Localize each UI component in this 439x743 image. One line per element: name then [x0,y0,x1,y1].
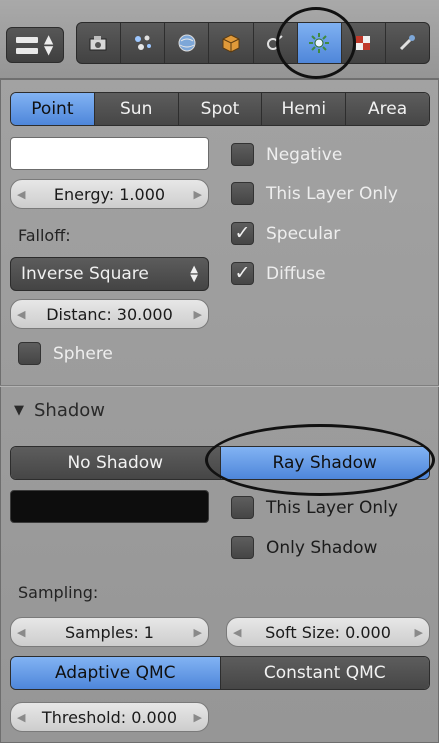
shadow-title: Shadow [34,400,106,421]
only-shadow-checkbox[interactable]: Only Shadow [231,536,377,559]
no-shadow-button[interactable]: No Shadow [11,447,221,479]
this-layer-only-checkbox[interactable]: This Layer Only [231,182,398,205]
list-icon-bar [16,48,38,54]
collapse-triangle-icon[interactable]: ▼ [14,403,24,418]
falloff-value: Inverse Square [21,264,149,284]
samples-value: Samples: 1 [65,622,154,642]
editor-type-button[interactable]: ▲ ▼ [6,27,64,63]
soft-size-value: Soft Size: 0.000 [265,622,391,642]
falloff-label: Falloff: [18,226,71,245]
sampling-label: Sampling: [18,583,99,602]
checkbox-box[interactable] [231,143,254,166]
annotation-circle-lamp-tab [276,7,356,79]
annotation-ellipse-ray-shadow [205,424,435,496]
increment-arrow-icon[interactable]: ▶ [194,308,202,321]
shadow-color-swatch[interactable] [10,490,209,523]
increment-arrow-icon[interactable]: ▶ [194,626,202,639]
checkmark-icon[interactable]: ✓ [231,222,254,245]
checkbox-box[interactable] [231,496,254,519]
decrement-arrow-icon[interactable]: ◀ [17,188,25,201]
threshold-field[interactable]: ◀ Threshold: 0.000 ▶ [10,702,209,732]
increment-arrow-icon[interactable]: ▶ [194,711,202,724]
decrement-arrow-icon[interactable]: ◀ [233,626,241,639]
object-cube-icon [222,34,240,53]
falloff-dropdown[interactable]: Inverse Square ▲ ▼ [10,257,209,291]
lamp-type-point[interactable]: Point [11,93,95,125]
checkbox-box[interactable] [231,536,254,559]
lamp-type-hemi[interactable]: Hemi [262,93,347,125]
energy-value: Energy: 1.000 [53,184,166,204]
tab-particles[interactable] [121,23,166,63]
threshold-value: Threshold: 0.000 [41,707,178,727]
distance-value: Distanc: 30.000 [46,304,173,324]
tab-object[interactable] [209,23,254,63]
shadow-this-layer-only-checkbox[interactable]: This Layer Only [231,496,398,519]
shadow-panel-header[interactable]: ▼ Shadow [14,400,105,421]
specular-checkbox[interactable]: ✓ Specular [231,222,340,245]
lamp-color-swatch[interactable] [10,137,209,170]
soft-size-field[interactable]: ◀ Soft Size: 0.000 ▶ [226,617,430,647]
particles-icon [134,35,151,50]
section-divider [0,385,439,387]
diffuse-checkbox[interactable]: ✓ Diffuse [231,262,326,285]
increment-arrow-icon[interactable]: ▶ [415,626,423,639]
qmc-mode-selector: Adaptive QMC Constant QMC [10,656,430,690]
checkbox-box[interactable] [18,342,41,365]
sphere-label: Sphere [53,343,113,364]
negative-label: Negative [266,144,343,165]
tab-camera[interactable] [77,23,122,63]
up-down-arrows-icon: ▲ ▼ [44,32,54,57]
samples-field[interactable]: ◀ Samples: 1 ▶ [10,617,209,647]
tab-modifiers[interactable] [386,23,429,63]
tab-world[interactable] [165,23,210,63]
modifier-icon [400,35,416,51]
decrement-arrow-icon[interactable]: ◀ [17,626,25,639]
shadow-this-layer-only-label: This Layer Only [266,497,398,518]
this-layer-only-label: This Layer Only [266,183,398,204]
lamp-type-spot[interactable]: Spot [178,93,263,125]
increment-arrow-icon[interactable]: ▶ [194,188,202,201]
energy-field[interactable]: ◀ Energy: 1.000 ▶ [10,179,209,209]
camera-icon [89,36,107,51]
sphere-checkbox[interactable]: Sphere [18,342,113,365]
constant-qmc-button[interactable]: Constant QMC [220,657,429,689]
decrement-arrow-icon[interactable]: ◀ [17,308,25,321]
world-icon [178,34,196,52]
distance-field[interactable]: ◀ Distanc: 30.000 ▶ [10,299,209,329]
lamp-type-area[interactable]: Area [346,93,429,125]
negative-checkbox[interactable]: Negative [231,143,342,166]
checkmark-icon[interactable]: ✓ [231,262,254,285]
lamp-type-sun[interactable]: Sun [94,93,179,125]
diffuse-label: Diffuse [266,263,326,284]
specular-label: Specular [266,223,341,244]
only-shadow-label: Only Shadow [266,537,378,558]
decrement-arrow-icon[interactable]: ◀ [17,711,25,724]
checkbox-box[interactable] [231,182,254,205]
up-down-arrows-icon: ▲ ▼ [190,264,198,284]
adaptive-qmc-button[interactable]: Adaptive QMC [11,657,221,689]
list-icon [16,37,38,43]
properties-context-tabs [76,22,430,64]
lamp-type-selector: Point Sun Spot Hemi Area [10,92,430,126]
